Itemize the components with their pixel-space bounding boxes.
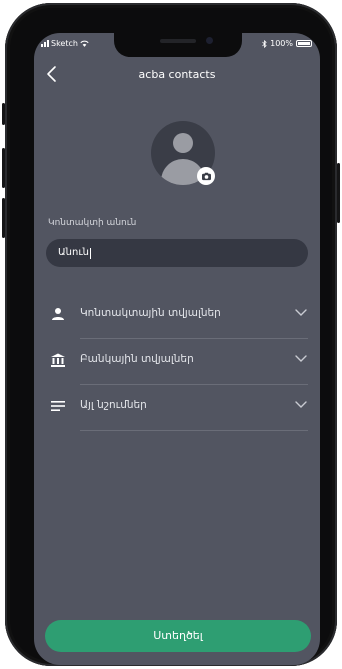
person-icon xyxy=(52,308,64,320)
status-bar: Sketch 100% xyxy=(34,39,320,53)
contact-name-input[interactable]: Անուն xyxy=(46,239,308,267)
battery-icon xyxy=(296,40,312,47)
section-label: Այլ նշումներ xyxy=(80,399,147,411)
section-contact-details[interactable]: Կոնտակտային տվյալներ xyxy=(46,293,308,339)
camera-icon[interactable] xyxy=(197,167,215,185)
chevron-down-icon xyxy=(295,309,307,316)
notes-icon xyxy=(51,401,65,411)
volume-up-button xyxy=(2,148,5,188)
mute-switch xyxy=(2,103,5,125)
avatar-head xyxy=(173,133,193,153)
section-bank-details[interactable]: Բանկային տվյալներ xyxy=(46,339,308,385)
page-title: acba contacts xyxy=(138,68,216,81)
nav-bar: acba contacts xyxy=(34,63,320,85)
wifi-icon xyxy=(80,40,89,47)
section-label: Կոնտակտային տվյալներ xyxy=(80,307,221,319)
signal-icon xyxy=(41,40,49,47)
text-caret xyxy=(90,247,92,259)
camera-glyph xyxy=(201,172,211,180)
bluetooth-icon xyxy=(262,39,267,48)
power-button xyxy=(337,163,340,223)
section-other-notes[interactable]: Այլ նշումներ xyxy=(46,385,308,431)
divider xyxy=(80,430,308,431)
carrier-name: Sketch xyxy=(51,39,78,48)
battery-percent: 100% xyxy=(270,39,293,48)
create-button[interactable]: Ստեղծել xyxy=(45,620,311,652)
contact-name-label: Կոնտակտի անուն xyxy=(48,218,137,228)
app-screen: Sketch 100% acba contacts Կոնտակտի անուն… xyxy=(34,33,320,665)
bank-icon xyxy=(51,353,65,367)
contact-name-value: Անուն xyxy=(58,247,90,258)
chevron-down-icon xyxy=(295,401,307,408)
chevron-down-icon xyxy=(295,355,307,362)
section-label: Բանկային տվյալներ xyxy=(80,353,194,365)
phone-frame: Sketch 100% acba contacts Կոնտակտի անուն… xyxy=(2,3,340,666)
volume-down-button xyxy=(2,198,5,238)
